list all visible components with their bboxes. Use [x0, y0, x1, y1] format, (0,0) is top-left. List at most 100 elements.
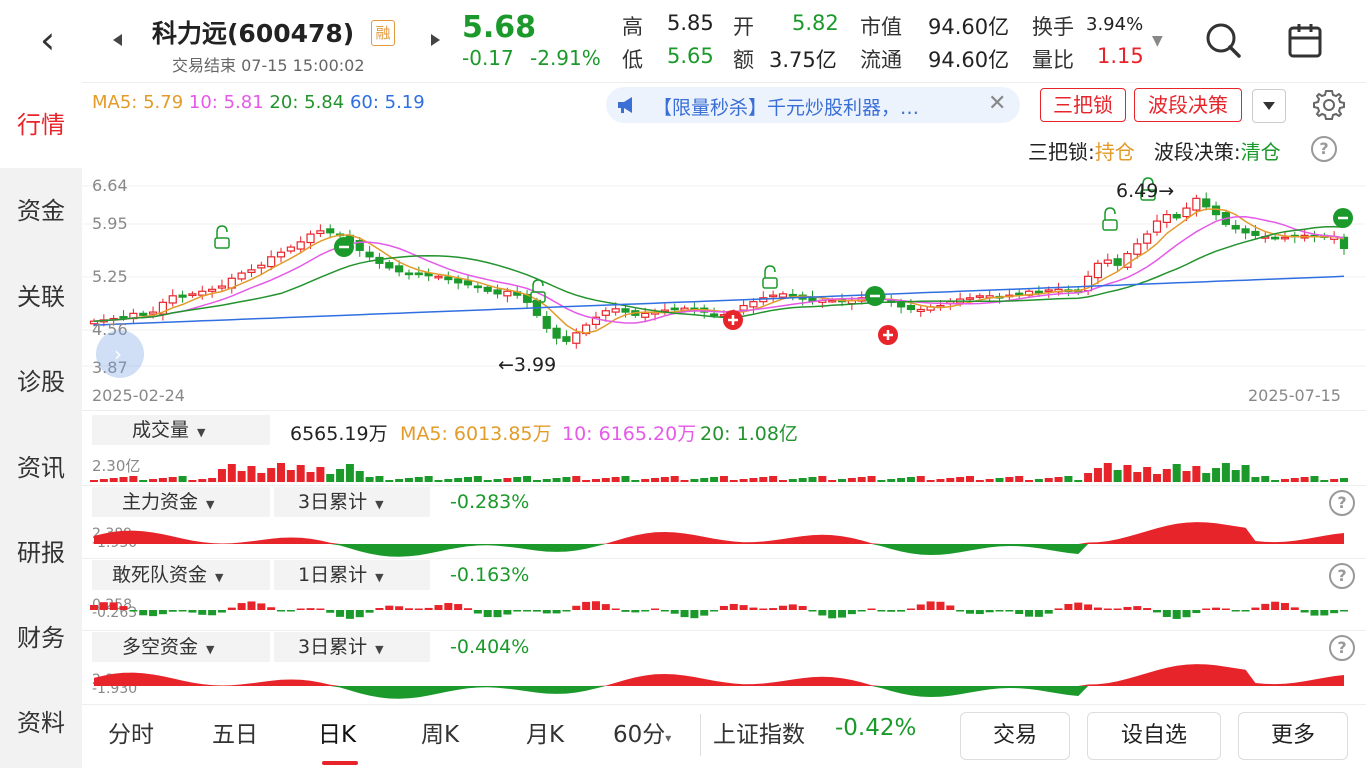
- volume-bar: [129, 476, 138, 482]
- tab-intraday[interactable]: 分时: [108, 715, 154, 749]
- fund2-bar: [306, 608, 315, 610]
- sidebar-item-related[interactable]: 关联: [0, 254, 82, 340]
- candle-up: [1143, 233, 1152, 244]
- sidebar-item-news[interactable]: 资讯: [0, 425, 82, 511]
- kline-chart[interactable]: [82, 170, 1366, 410]
- fund2-bar: [395, 606, 404, 610]
- tab-60min[interactable]: 60分▾: [613, 715, 671, 749]
- fund2-bar: [1015, 610, 1024, 614]
- clipboard-icon[interactable]: [1285, 22, 1325, 60]
- fund2-selector[interactable]: 敢死队资金 ▼: [92, 560, 270, 590]
- help-icon[interactable]: ?: [1329, 490, 1355, 516]
- candle-down: [621, 308, 630, 313]
- volume-bar: [867, 476, 876, 482]
- gear-icon[interactable]: [1312, 88, 1346, 122]
- fund2-bar: [513, 610, 522, 612]
- date-start: 2025-02-24: [92, 386, 185, 405]
- three-locks-button[interactable]: 三把锁: [1040, 88, 1126, 122]
- back-button[interactable]: ‹: [40, 18, 80, 62]
- sidebar-item-reports[interactable]: 研报: [0, 510, 82, 596]
- volume-bar: [641, 479, 650, 482]
- sidebar: 行情 资金 关联 诊股 资讯 研报 财务 资料: [0, 82, 82, 768]
- candle-up: [778, 293, 788, 298]
- volume-bar: [1054, 477, 1063, 482]
- fund2-bar: [1172, 610, 1181, 619]
- volume-bar: [237, 471, 246, 482]
- tab-daily-k[interactable]: 日K: [318, 715, 356, 749]
- fund2-bar: [1034, 610, 1043, 617]
- expand-chart-icon[interactable]: ›: [96, 330, 144, 378]
- fund2-bar: [404, 608, 413, 610]
- volume-bar: [277, 463, 286, 482]
- volume-bar: [267, 468, 276, 482]
- volume-bar: [1182, 471, 1191, 482]
- volume-bar: [700, 478, 709, 482]
- index-name[interactable]: 上证指数: [713, 715, 805, 749]
- help-icon[interactable]: ?: [1329, 635, 1355, 661]
- sidebar-item-profile[interactable]: 资料: [0, 680, 82, 766]
- candle-down: [483, 286, 492, 292]
- help-icon[interactable]: ?: [1329, 563, 1355, 589]
- min-price-label: ←3.99: [498, 354, 557, 376]
- fund2-bar: [1320, 610, 1329, 616]
- close-icon[interactable]: ✕: [988, 91, 1006, 116]
- add-watchlist-button[interactable]: 设自选: [1087, 712, 1221, 760]
- next-stock-button[interactable]: [431, 34, 440, 46]
- fund3-selector[interactable]: 多空资金 ▼: [92, 632, 270, 662]
- fund2-bar: [424, 607, 433, 610]
- candle-up: [188, 293, 197, 296]
- fund2-bar: [690, 610, 699, 619]
- expand-quotes-icon[interactable]: ▼: [1152, 33, 1163, 49]
- fund2-bar: [444, 603, 453, 610]
- fund2-bar: [641, 610, 650, 612]
- volume-selector[interactable]: 成交量 ▼: [92, 415, 270, 445]
- fund2-bar: [542, 610, 551, 614]
- volume-bar: [1261, 476, 1270, 482]
- fund2-bar: [710, 610, 719, 612]
- trade-button[interactable]: 交易: [960, 712, 1070, 760]
- more-button[interactable]: 更多: [1238, 712, 1348, 760]
- turnover-label: 换手: [1032, 15, 1074, 39]
- fund2-bar: [670, 610, 679, 614]
- help-icon[interactable]: ?: [1311, 136, 1337, 162]
- fund2-bar: [1202, 608, 1211, 610]
- tab-5day[interactable]: 五日: [212, 715, 258, 749]
- fund3-period[interactable]: 3日累计 ▼: [274, 632, 430, 662]
- volume-bar: [621, 476, 630, 482]
- sidebar-item-funds[interactable]: 资金: [0, 168, 82, 254]
- fund2-period-label: 1日累计: [298, 564, 368, 586]
- fund2-bar: [1005, 610, 1014, 612]
- chevron-down-icon: [1263, 102, 1275, 110]
- volume-bar: [1212, 468, 1221, 482]
- fund2-bar: [532, 610, 541, 612]
- fund2-period[interactable]: 1日累计 ▼: [274, 560, 430, 590]
- prev-stock-button[interactable]: [113, 34, 122, 46]
- trading-status: 交易结束 07-15 15:00:02: [172, 56, 365, 75]
- volume-bar: [965, 476, 974, 482]
- fund2-bar: [257, 603, 266, 610]
- band-decision-button[interactable]: 波段决策: [1134, 88, 1242, 122]
- fund2-bar: [1123, 606, 1132, 610]
- sidebar-item-finance[interactable]: 财务: [0, 595, 82, 681]
- tab-monthly-k[interactable]: 月K: [526, 715, 564, 749]
- fund1-period[interactable]: 3日累计 ▼: [274, 487, 430, 517]
- indicator-dropdown-button[interactable]: [1252, 89, 1286, 123]
- fund2-bar: [129, 610, 138, 612]
- search-icon[interactable]: [1203, 20, 1243, 60]
- tab-weekly-k[interactable]: 周K: [421, 715, 459, 749]
- candle-up: [1182, 207, 1191, 218]
- sidebar-item-market[interactable]: 行情: [0, 82, 82, 168]
- max-price-label: 6.49→: [1116, 180, 1175, 202]
- sidebar-item-diagnosis[interactable]: 诊股: [0, 339, 82, 425]
- outflow-area: [94, 544, 1344, 557]
- fund2-bar: [188, 610, 197, 613]
- band-decision-value: 清仓: [1240, 140, 1281, 164]
- news-text[interactable]: 【限量秒杀】千元炒股利器，…: [653, 93, 919, 120]
- volume-bar: [306, 472, 315, 482]
- volume-bar: [326, 474, 335, 482]
- date-end: 2025-07-15: [1248, 386, 1341, 405]
- index-change: -0.42%: [835, 715, 917, 741]
- unlock-icon-body: [1102, 219, 1118, 231]
- volume-bar: [1340, 478, 1348, 482]
- fund1-selector[interactable]: 主力资金 ▼: [92, 487, 270, 517]
